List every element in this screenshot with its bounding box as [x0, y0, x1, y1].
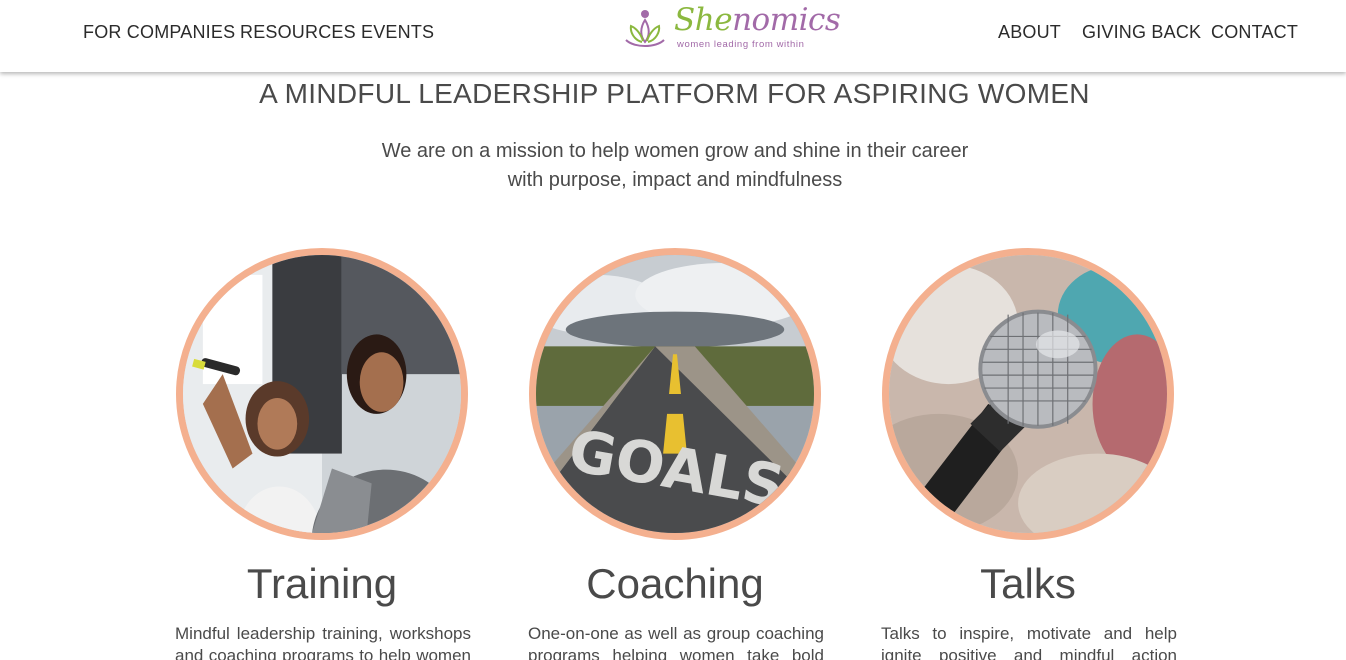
training-text: Mindful leadership training, workshops a… [175, 624, 471, 660]
mission-line-1: We are on a mission to help women grow a… [381, 140, 969, 162]
nav-contact[interactable]: CONTACT [1211, 22, 1298, 43]
talks-title: Talks [980, 560, 1076, 607]
mission-line-2: with purpose, impact and mindfulness [507, 169, 843, 191]
nav-for-companies[interactable]: FOR COMPANIES [83, 22, 235, 43]
nav-resources[interactable]: RESOURCES [240, 22, 356, 43]
talks-image[interactable] [882, 248, 1174, 540]
site-header: FOR COMPANIES RESOURCES EVENTS Shenomics… [0, 0, 1346, 72]
logo-wordmark: Shenomics [674, 2, 841, 38]
nav-about[interactable]: ABOUT [998, 22, 1061, 43]
talks-text: Talks to inspire, motivate and help igni… [881, 624, 1177, 660]
lotus-icon [625, 10, 665, 47]
logo-tagline: women leading from within [677, 39, 805, 50]
nav-giving-back[interactable]: GIVING BACK [1082, 22, 1201, 43]
coaching-text: One-on-one as well as group coaching pro… [528, 624, 824, 660]
training-image[interactable] [176, 248, 468, 540]
shenomics-logo[interactable]: Shenomics women leading from within [622, 2, 841, 52]
coaching-image[interactable]: GOALS [529, 248, 821, 540]
nav-events[interactable]: EVENTS [361, 22, 434, 43]
page-headline: A MINDFUL LEADERSHIP PLATFORM FOR ASPIRI… [259, 78, 1090, 109]
coaching-title: Coaching [586, 560, 764, 607]
training-title: Training [246, 560, 398, 607]
